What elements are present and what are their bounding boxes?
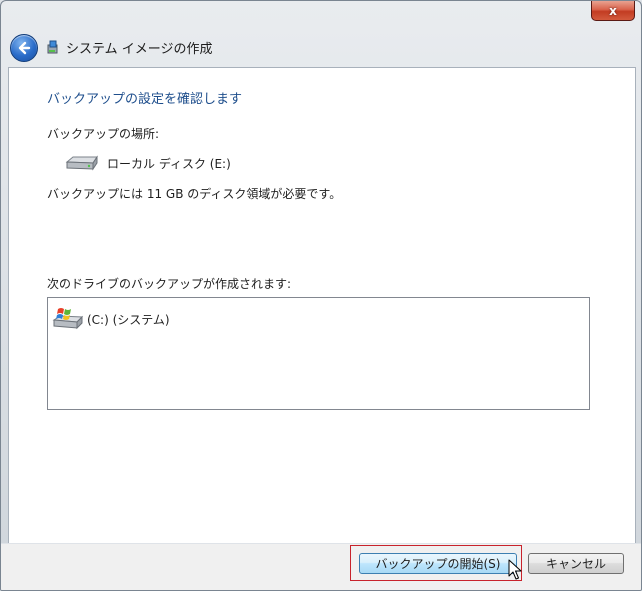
- back-button[interactable]: [10, 34, 38, 62]
- list-item[interactable]: (C:) (システム): [52, 306, 170, 332]
- backup-destination: ローカル ディスク (E:): [65, 154, 231, 172]
- drive-c-label: (C:) (システム): [87, 312, 170, 327]
- highlight-box: [350, 545, 522, 581]
- drives-list-label: 次のドライブのバックアップが作成されます:: [47, 277, 292, 291]
- dialog-window: x システム イメージの作成 バックアップの設定を確認します バックアップの場所…: [0, 0, 642, 591]
- backup-location-label: バックアップの場所:: [47, 127, 160, 141]
- back-arrow-icon: [18, 41, 31, 55]
- title-bar: x システム イメージの作成: [1, 1, 641, 67]
- system-image-icon: [47, 40, 58, 54]
- close-button[interactable]: x: [591, 1, 635, 21]
- backup-drive-name: ローカル ディスク (E:): [107, 156, 231, 171]
- cancel-button[interactable]: キャンセル: [528, 553, 624, 574]
- close-icon: x: [609, 3, 617, 18]
- drives-listbox[interactable]: (C:) (システム): [47, 297, 590, 410]
- window-title: システム イメージの作成: [66, 42, 213, 57]
- windows-drive-icon: [52, 308, 84, 330]
- content-panel: バックアップの設定を確認します バックアップの場所: ローカル ディスク (E:…: [8, 67, 636, 544]
- page-heading: バックアップの設定を確認します: [47, 92, 243, 107]
- mouse-pointer-icon: [508, 559, 522, 580]
- hard-drive-icon: [65, 155, 98, 171]
- space-required-text: バックアップには 11 GB のディスク領域が必要です。: [47, 187, 342, 201]
- button-bar: バックアップの開始(S) キャンセル: [1, 543, 641, 590]
